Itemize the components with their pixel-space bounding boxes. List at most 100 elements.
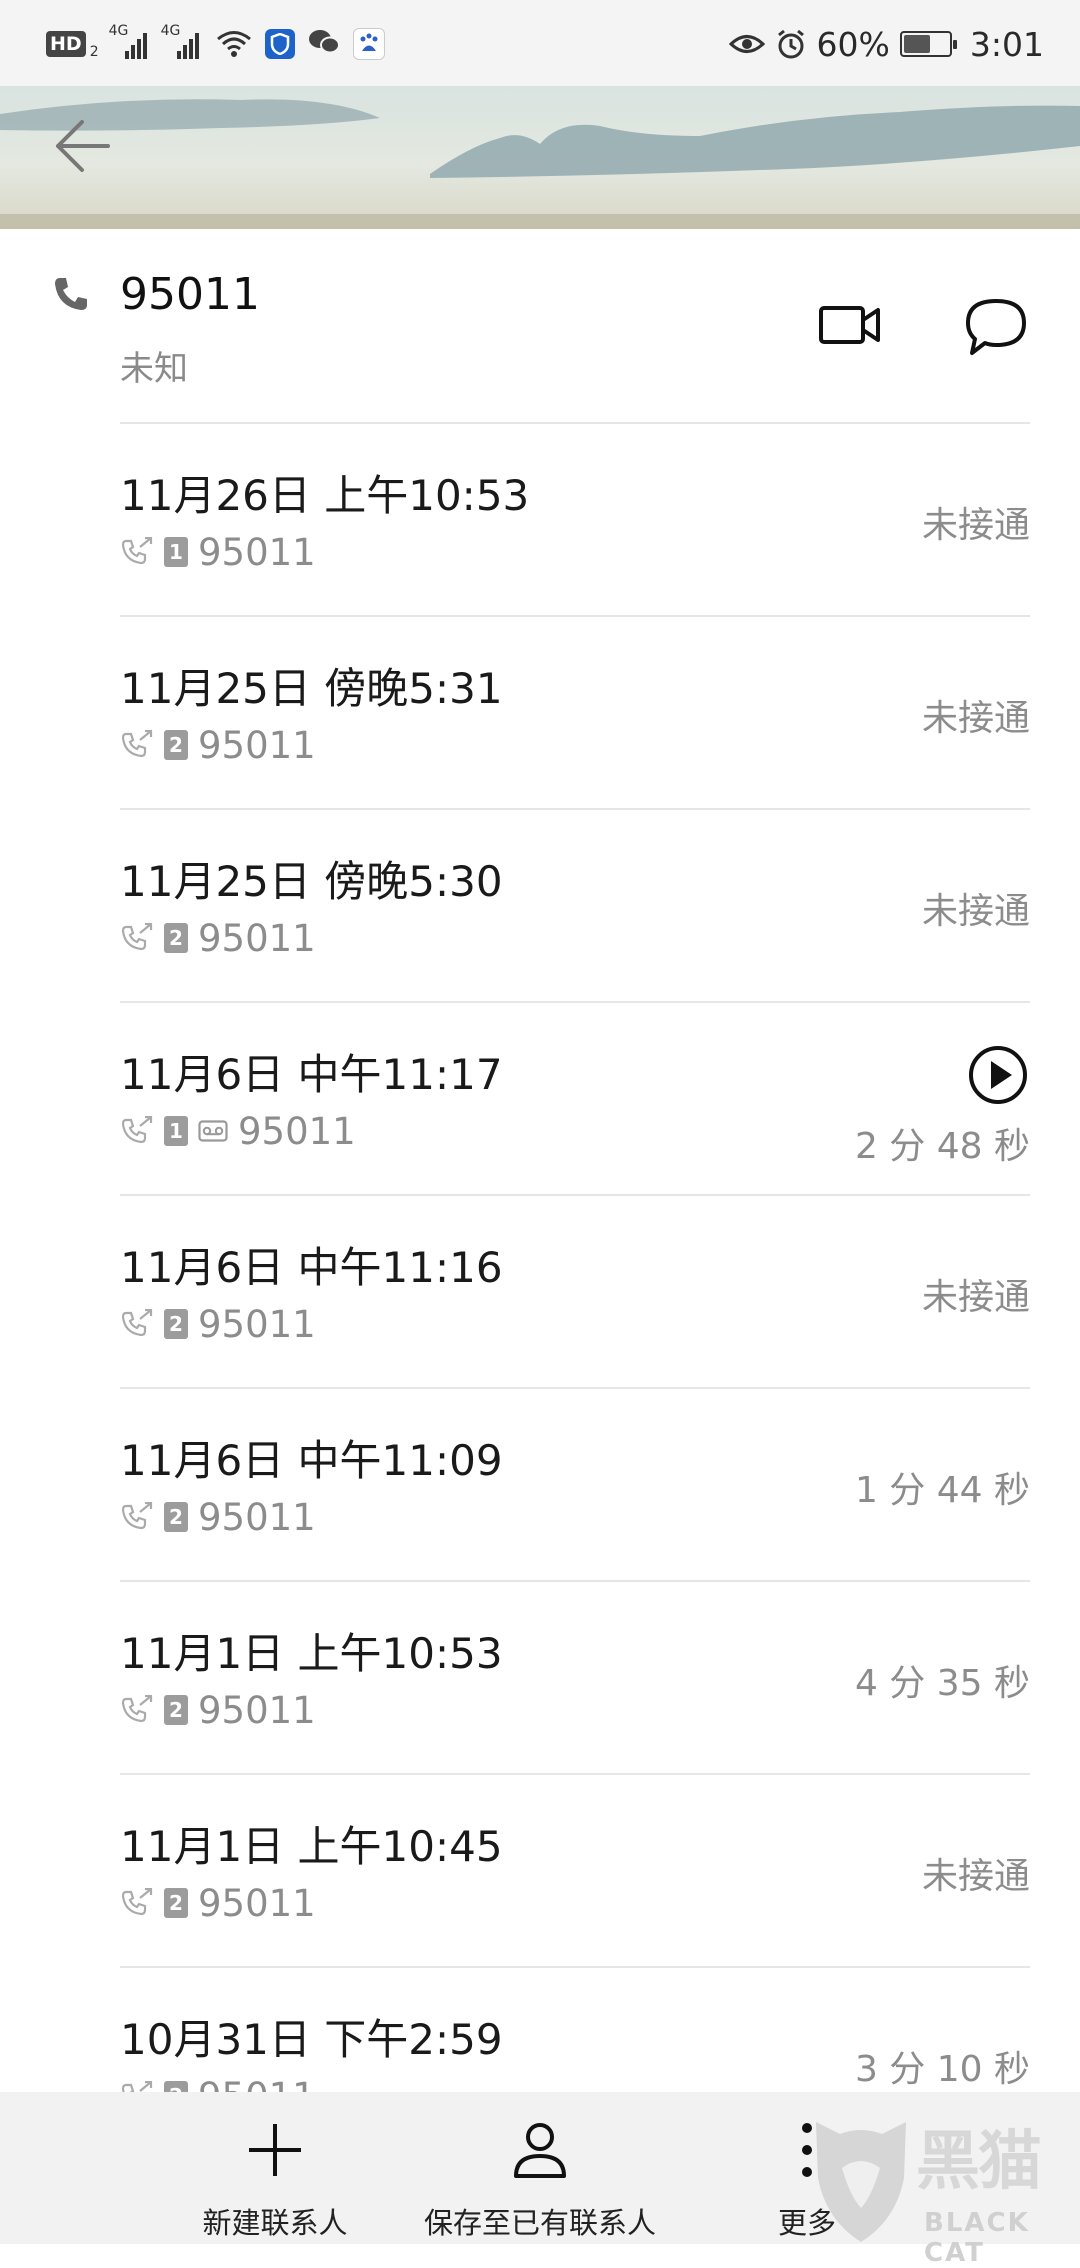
back-arrow-icon[interactable] bbox=[52, 116, 112, 176]
call-datetime: 11月25日 傍晚5:31 bbox=[120, 664, 503, 713]
call-details: 2 95011 bbox=[120, 723, 316, 767]
signal-label: 4G bbox=[160, 23, 181, 39]
call-datetime: 11月25日 傍晚5:30 bbox=[120, 857, 503, 906]
voicemail-icon bbox=[198, 1120, 228, 1142]
play-recording-button[interactable] bbox=[968, 1045, 1028, 1109]
call-status: 未接通 bbox=[921, 698, 1030, 739]
call-arrow-icon bbox=[121, 730, 153, 758]
call-datetime: 11月1日 上午10:53 bbox=[120, 1629, 503, 1678]
play-recording-icon[interactable] bbox=[968, 1045, 1028, 1105]
hd-sim-label: 2 bbox=[89, 44, 99, 60]
new-contact-label: 新建联系人 bbox=[202, 2206, 348, 2240]
call-datetime: 11月26日 上午10:53 bbox=[120, 471, 530, 520]
alarm-icon bbox=[777, 29, 804, 59]
status-bar: HD 2 4G 4G 60% 3:01 bbox=[0, 0, 1080, 86]
call-datetime: 11月6日 中午11:16 bbox=[120, 1243, 503, 1292]
contact-label: 未知 bbox=[120, 349, 188, 389]
contact-number: 95011 bbox=[120, 269, 260, 320]
save-to-existing-contact-button[interactable]: 保存至已有联系人 bbox=[410, 2092, 670, 2244]
call-log-row[interactable]: 11月26日 上午10:53 1 95011 未接通 bbox=[0, 424, 1080, 617]
call-log-row[interactable]: 11月6日 中午11:16 2 95011 未接通 bbox=[0, 1196, 1080, 1389]
status-bar-right: 60% 3:01 bbox=[728, 22, 1044, 66]
watermark-text-en: BLACK CAT bbox=[924, 2208, 1030, 2268]
call-duration: 4 分 35 秒 bbox=[854, 1663, 1030, 1704]
call-number: 95011 bbox=[198, 723, 316, 767]
signal-icon: 4G bbox=[161, 23, 203, 59]
wifi-icon bbox=[216, 31, 251, 57]
contact-header: 95011 未知 bbox=[0, 229, 1080, 424]
call-number: 95011 bbox=[198, 1302, 316, 1346]
eye-icon bbox=[728, 35, 765, 53]
call-number: 95011 bbox=[198, 916, 316, 960]
call-log-row[interactable]: 11月25日 傍晚5:31 2 95011 未接通 bbox=[0, 617, 1080, 810]
call-details: 1 95011 bbox=[120, 1109, 356, 1153]
black-cat-watermark: 黑猫 BLACK CAT bbox=[800, 2108, 1076, 2268]
landscape-background bbox=[0, 99, 1080, 229]
sim-badge: 2 bbox=[164, 923, 188, 953]
call-arrow-icon bbox=[121, 537, 153, 565]
cat-shield-logo bbox=[816, 2122, 906, 2242]
call-arrow-icon bbox=[121, 1502, 153, 1530]
call-duration: 3 分 10 秒 bbox=[854, 2049, 1030, 2090]
call-log-row[interactable]: 11月1日 上午10:45 2 95011 未接通 bbox=[0, 1775, 1080, 1968]
call-details: 2 95011 bbox=[120, 1302, 316, 1346]
sim-badge: 2 bbox=[164, 1695, 188, 1725]
call-duration: 1 分 44 秒 bbox=[854, 1470, 1030, 1511]
call-log-row[interactable]: 11月1日 上午10:53 2 95011 4 分 35 秒 bbox=[0, 1582, 1080, 1775]
sim-badge: 2 bbox=[164, 730, 188, 760]
sim-badge: 1 bbox=[164, 1116, 188, 1146]
wechat-icon bbox=[307, 27, 341, 61]
call-number: 95011 bbox=[238, 1109, 356, 1153]
message-icon[interactable] bbox=[964, 297, 1028, 357]
call-number: 95011 bbox=[198, 530, 316, 574]
call-log-row[interactable]: 11月6日 中午11:09 2 95011 1 分 44 秒 bbox=[0, 1389, 1080, 1582]
call-details: 2 95011 bbox=[120, 1495, 316, 1539]
call-details: 1 95011 bbox=[120, 530, 316, 574]
call-status: 未接通 bbox=[921, 1856, 1030, 1897]
call-status: 未接通 bbox=[921, 505, 1030, 546]
call-arrow-icon bbox=[121, 1888, 153, 1916]
call-datetime: 11月6日 中午11:09 bbox=[120, 1436, 503, 1485]
save-to-existing-label: 保存至已有联系人 bbox=[423, 2206, 656, 2240]
call-log-row[interactable]: 11月25日 傍晚5:30 2 95011 未接通 bbox=[0, 810, 1080, 1003]
sim-badge: 1 bbox=[164, 537, 188, 567]
call-status: 未接通 bbox=[921, 891, 1030, 932]
baidu-icon bbox=[352, 28, 385, 60]
new-contact-button[interactable]: 新建联系人 bbox=[195, 2092, 355, 2244]
battery-percent: 60% bbox=[816, 24, 890, 64]
call-log-row[interactable]: 11月6日 中午11:17 1 95011 2 分 48 秒 bbox=[0, 1003, 1080, 1196]
hd-icon: HD bbox=[46, 31, 86, 57]
voicemail-badge bbox=[198, 1120, 228, 1142]
phone-icon bbox=[55, 278, 87, 310]
call-datetime: 11月6日 中午11:17 bbox=[120, 1050, 503, 1099]
call-datetime: 10月31日 下午2:59 bbox=[120, 2015, 503, 2064]
sim-badge: 2 bbox=[164, 1502, 188, 1532]
signal-label: 4G bbox=[108, 23, 129, 39]
call-arrow-icon bbox=[121, 1116, 153, 1144]
sim-badge: 2 bbox=[164, 1888, 188, 1918]
header-banner bbox=[0, 86, 1080, 229]
status-bar-left: HD 2 4G 4G bbox=[46, 22, 385, 66]
call-status: 未接通 bbox=[921, 1277, 1030, 1318]
call-arrow-icon bbox=[121, 1695, 153, 1723]
call-details: 2 95011 bbox=[120, 1688, 316, 1732]
sim-badge: 2 bbox=[164, 1309, 188, 1339]
shield-app-icon bbox=[264, 29, 295, 59]
call-arrow-icon bbox=[121, 1309, 153, 1337]
call-number: 95011 bbox=[198, 1688, 316, 1732]
call-duration: 2 分 48 秒 bbox=[854, 1126, 1030, 1167]
clock: 3:01 bbox=[969, 24, 1044, 64]
call-number: 95011 bbox=[198, 1881, 316, 1925]
call-log-list: 11月26日 上午10:53 1 95011 未接通 11月25日 傍晚5:31 2 950… bbox=[0, 424, 1080, 2161]
signal-icon: 4G bbox=[109, 23, 151, 59]
call-details: 2 95011 bbox=[120, 916, 316, 960]
watermark-text: 黑猫 bbox=[916, 2125, 1042, 2199]
plus-icon bbox=[249, 2124, 301, 2176]
battery-level bbox=[903, 35, 930, 53]
call-details: 2 95011 bbox=[120, 1881, 316, 1925]
call-arrow-icon bbox=[121, 923, 153, 951]
battery-icon bbox=[899, 31, 957, 57]
call-datetime: 11月1日 上午10:45 bbox=[120, 1822, 503, 1871]
call-number: 95011 bbox=[198, 1495, 316, 1539]
video-call-icon[interactable] bbox=[818, 302, 882, 348]
